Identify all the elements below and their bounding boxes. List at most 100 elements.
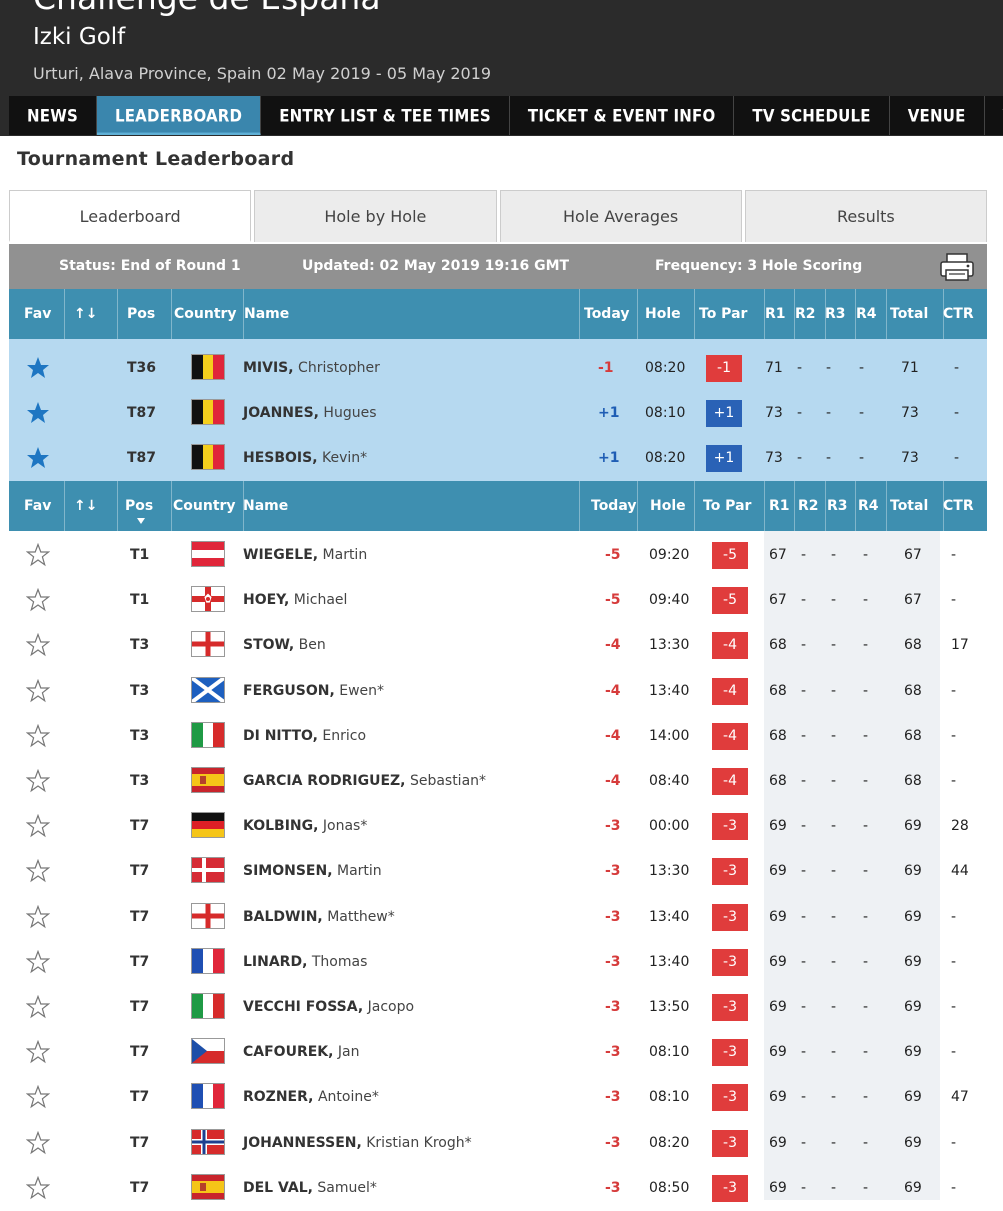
player-row[interactable]: T7 ROZNER, Antoine* -3 08:10 -3 69- - -69 47	[9, 1075, 987, 1120]
player-row[interactable]: T3 STOW, Ben -4 13:30 -4 68- - -68 17	[9, 623, 987, 668]
player-row[interactable]: T7 BALDWIN, Matthew* -3 13:40 -3 69- - -69-	[9, 895, 987, 940]
nav-item-entry-list-tee-times[interactable]: ENTRY LIST & TEE TIMES	[261, 96, 510, 135]
col-header-r1[interactable]: R1	[769, 498, 790, 514]
tab-results[interactable]: Results	[744, 190, 987, 242]
add-favourite-star-icon[interactable]	[25, 768, 51, 793]
player-first-name[interactable]: Christopher	[298, 360, 380, 376]
col-header-hole[interactable]: Hole	[645, 306, 681, 322]
add-favourite-star-icon[interactable]	[25, 994, 51, 1019]
nav-item-news[interactable]: NEWS	[9, 96, 97, 135]
col-header-r4[interactable]: R4	[858, 498, 879, 514]
player-name[interactable]: WIEGELE, Martin	[243, 547, 367, 563]
player-name[interactable]: BALDWIN, Matthew*	[243, 909, 395, 925]
col-header-ctr[interactable]: CTR	[943, 498, 974, 514]
tab-hole-by-hole[interactable]: Hole by Hole	[254, 190, 497, 242]
col-header-r3[interactable]: R3	[825, 306, 846, 322]
add-favourite-star-icon[interactable]	[25, 859, 51, 883]
nav-item-video-a[interactable]: VIDEO & A	[985, 96, 1003, 135]
player-last-name[interactable]: DEL VAL,	[243, 1180, 313, 1196]
player-last-name[interactable]: JOHANNESSEN,	[243, 1135, 362, 1151]
col-header-name[interactable]: Name	[243, 498, 288, 514]
player-name[interactable]: KOLBING, Jonas*	[243, 818, 367, 834]
player-last-name[interactable]: WIEGELE,	[243, 547, 318, 563]
player-name[interactable]: VECCHI FOSSA, Jacopo	[243, 999, 414, 1015]
col-header-topar[interactable]: To Par	[703, 498, 751, 514]
player-name[interactable]: FERGUSON, Ewen*	[243, 683, 384, 699]
player-first-name[interactable]: Jacopo	[368, 999, 414, 1015]
favourite-star-icon[interactable]	[26, 446, 50, 470]
player-last-name[interactable]: JOANNES,	[243, 405, 319, 421]
col-header-total[interactable]: Total	[890, 306, 928, 322]
player-row[interactable]: T1 WIEGELE, Martin -5 09:20 -5 67- - -67-	[9, 533, 987, 578]
favourite-star-icon[interactable]	[26, 401, 50, 425]
col-header-today[interactable]: Today	[584, 306, 629, 322]
player-name[interactable]: SIMONSEN, Martin	[243, 863, 382, 879]
favourite-row[interactable]: T36 MIVIS, Christopher -1 08:20 -1 71- - -71-	[9, 346, 987, 391]
player-row[interactable]: T3 GARCIA RODRIGUEZ, Sebastian* -4 08:40 -4 6…	[9, 759, 987, 804]
favourite-row[interactable]: T87 HESBOIS, Kevin* +1 08:20 +1 73- - -73-	[9, 436, 987, 481]
player-first-name[interactable]: Thomas	[312, 954, 368, 970]
add-favourite-star-icon[interactable]	[25, 1130, 51, 1155]
col-header-pos[interactable]: Pos	[125, 498, 153, 514]
player-first-name[interactable]: Kristian Krogh*	[366, 1135, 471, 1151]
player-first-name[interactable]: Ben	[299, 637, 326, 653]
player-last-name[interactable]: STOW,	[243, 637, 294, 653]
player-first-name[interactable]: Jonas*	[323, 818, 367, 834]
add-favourite-star-icon[interactable]	[25, 723, 51, 748]
player-name[interactable]: MIVIS, Christopher	[243, 360, 380, 376]
player-last-name[interactable]: CAFOUREK,	[243, 1044, 333, 1060]
player-row[interactable]: T7 LINARD, Thomas -3 13:40 -3 69- - -69-	[9, 940, 987, 985]
player-last-name[interactable]: MIVIS,	[243, 360, 294, 376]
player-name[interactable]: LINARD, Thomas	[243, 954, 367, 970]
player-name[interactable]: HESBOIS, Kevin*	[243, 450, 367, 466]
player-row[interactable]: T7 SIMONSEN, Martin -3 13:30 -3 69- - -69 44	[9, 849, 987, 894]
add-favourite-star-icon[interactable]	[25, 813, 51, 838]
player-last-name[interactable]: BALDWIN,	[243, 909, 323, 925]
player-last-name[interactable]: GARCIA RODRIGUEZ,	[243, 773, 405, 789]
add-favourite-star-icon[interactable]	[25, 587, 51, 612]
col-header-r2[interactable]: R2	[795, 306, 816, 322]
col-header-today[interactable]: Today	[591, 498, 636, 514]
col-header-total[interactable]: Total	[890, 498, 928, 514]
add-favourite-star-icon[interactable]	[25, 1175, 51, 1200]
col-header-topar[interactable]: To Par	[699, 306, 747, 322]
col-header-name[interactable]: Name	[244, 306, 289, 322]
col-header-hole[interactable]: Hole	[650, 498, 686, 514]
player-row[interactable]: T7 CAFOUREK, Jan -3 08:10 -3 69- - -69-	[9, 1030, 987, 1075]
favourite-row[interactable]: T87 JOANNES, Hugues +1 08:10 +1 73- - -73-	[9, 391, 987, 436]
player-first-name[interactable]: Antoine*	[318, 1089, 379, 1105]
player-first-name[interactable]: Jan	[338, 1044, 360, 1060]
player-first-name[interactable]: Kevin*	[322, 450, 367, 466]
col-header-r2[interactable]: R2	[798, 498, 819, 514]
add-favourite-star-icon[interactable]	[25, 1085, 51, 1109]
player-row[interactable]: T3 FERGUSON, Ewen* -4 13:40 -4 68- - -68-	[9, 669, 987, 714]
player-first-name[interactable]: Matthew*	[327, 909, 395, 925]
player-name[interactable]: CAFOUREK, Jan	[243, 1044, 360, 1060]
player-name[interactable]: JOANNES, Hugues	[243, 405, 377, 421]
nav-item-tv-schedule[interactable]: TV SCHEDULE	[734, 96, 890, 135]
player-row[interactable]: T7 KOLBING, Jonas* -3 00:00 -3 69- - -69 28	[9, 804, 987, 849]
tab-hole-averages[interactable]: Hole Averages	[499, 190, 742, 242]
add-favourite-star-icon[interactable]	[25, 904, 51, 929]
player-name[interactable]: GARCIA RODRIGUEZ, Sebastian*	[243, 773, 486, 789]
player-first-name[interactable]: Sebastian*	[410, 773, 486, 789]
player-last-name[interactable]: HOEY,	[243, 592, 289, 608]
player-last-name[interactable]: SIMONSEN,	[243, 863, 333, 879]
player-first-name[interactable]: Samuel*	[317, 1180, 376, 1196]
player-first-name[interactable]: Michael	[294, 592, 348, 608]
favourite-star-icon[interactable]	[26, 356, 50, 380]
player-last-name[interactable]: HESBOIS,	[243, 450, 318, 466]
col-header-r4[interactable]: R4	[856, 306, 877, 322]
player-name[interactable]: ROZNER, Antoine*	[243, 1089, 379, 1105]
player-last-name[interactable]: FERGUSON,	[243, 683, 335, 699]
player-first-name[interactable]: Martin	[323, 547, 368, 563]
player-row[interactable]: T7 VECCHI FOSSA, Jacopo -3 13:50 -3 69- - -69-	[9, 985, 987, 1030]
col-header-ctr[interactable]: CTR	[943, 306, 974, 322]
player-last-name[interactable]: VECCHI FOSSA,	[243, 999, 363, 1015]
col-header-r1[interactable]: R1	[765, 306, 786, 322]
col-header-pos[interactable]: Pos	[127, 306, 155, 322]
nav-item-venue[interactable]: VENUE	[890, 96, 985, 135]
player-last-name[interactable]: DI NITTO,	[243, 728, 318, 744]
player-row[interactable]: T7 DEL VAL, Samuel* -3 08:50 -3 69- - -69-	[9, 1166, 987, 1211]
player-last-name[interactable]: KOLBING,	[243, 818, 318, 834]
